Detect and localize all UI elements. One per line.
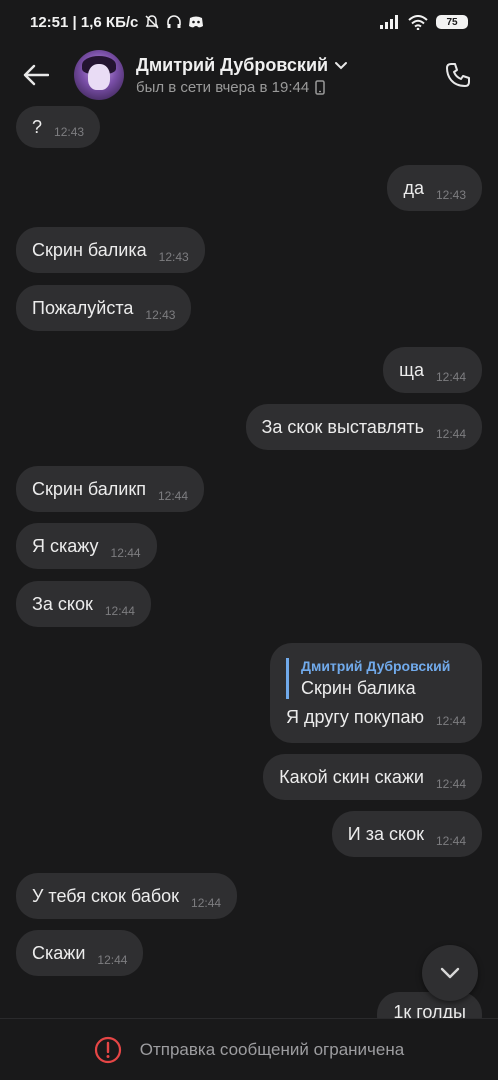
message-time: 12:44 <box>97 953 128 967</box>
message-text: У тебя скок бабок <box>32 885 180 906</box>
message-bubble[interactable]: да 12:43 <box>387 165 482 211</box>
message-text: Пожалуйста <box>32 297 134 318</box>
message-text: Я другу покупаю <box>285 707 424 727</box>
discord-icon <box>188 15 204 29</box>
back-button[interactable] <box>6 45 66 105</box>
restriction-text: Отправка сообщений ограничена <box>139 1039 405 1059</box>
message-text: Скрин баликп <box>32 478 146 499</box>
message-bubble[interactable]: Я скажу 12:44 <box>16 523 157 569</box>
message-text: ща <box>399 359 424 380</box>
phone-icon <box>446 63 470 87</box>
message-time: 12:43 <box>435 188 466 202</box>
message-text: За скок <box>32 593 93 614</box>
message-text: 1к голды <box>393 1002 466 1018</box>
message-bubble[interactable]: За скок выставлять 12:44 <box>245 404 482 450</box>
message-restricted-bar: Отправка сообщений ограничена <box>0 1018 498 1080</box>
message-bubble[interactable]: За скок 12:44 <box>16 581 151 627</box>
message-time: 12:44 <box>435 714 466 728</box>
message-text: Скрин балика <box>32 239 147 260</box>
message-text: ? <box>32 116 43 137</box>
message-bubble[interactable]: У тебя скок бабок 12:44 <box>16 873 238 919</box>
message-time: 12:44 <box>435 777 466 791</box>
message-time: 12:44 <box>110 546 141 560</box>
message-list[interactable]: ? 12:43 да 12:43 Скрин балика 12:43 Пожа… <box>0 106 498 1018</box>
message-text: За скок выставлять <box>261 416 424 437</box>
headphones-icon <box>166 14 182 30</box>
message-bubble[interactable]: Скрин баликп 12:44 <box>16 466 204 512</box>
avatar[interactable] <box>74 50 124 100</box>
status-bar: 12:51 | 1,6 КБ/с 75 <box>0 0 498 44</box>
status-bar-right: 75 <box>380 14 468 30</box>
message-bubble[interactable]: 1к голды <box>377 992 482 1018</box>
chat-screen: 12:51 | 1,6 КБ/с 75 Дмитрий Дубровский б… <box>0 0 498 1080</box>
wifi-icon <box>408 14 428 30</box>
reply-message-bubble[interactable]: Дмитрий Дубровский Скрин балика Я другу … <box>269 643 482 743</box>
contact-info[interactable]: Дмитрий Дубровский был в сети вчера в 19… <box>136 55 348 96</box>
message-time: 12:44 <box>104 604 135 618</box>
message-time: 12:44 <box>435 370 466 384</box>
message-time: 12:44 <box>435 834 466 848</box>
chat-header: Дмитрий Дубровский был в сети вчера в 19… <box>0 44 498 106</box>
message-text: Какой скин скажи <box>279 766 424 787</box>
bell-muted-icon <box>144 14 160 30</box>
message-text: Я скажу <box>32 535 99 556</box>
message-bubble[interactable]: Какой скин скажи 12:44 <box>263 754 482 800</box>
message-bubble[interactable]: ? 12:43 <box>16 106 101 148</box>
message-time: 12:43 <box>54 125 85 139</box>
reply-quote[interactable]: Дмитрий Дубровский Скрин балика <box>285 658 451 699</box>
message-time: 12:43 <box>158 250 189 264</box>
mobile-phone-icon <box>315 79 325 95</box>
last-seen: был в сети вчера в 19:44 <box>136 78 310 96</box>
warning-circle-icon <box>94 1036 121 1063</box>
status-time-speed: 12:51 | 1,6 КБ/с <box>30 13 139 31</box>
message-bubble[interactable]: Скрин балика 12:43 <box>16 227 205 273</box>
scroll-down-button[interactable] <box>422 945 478 1001</box>
contact-name: Дмитрий Дубровский <box>136 54 329 75</box>
signal-icon <box>380 15 400 29</box>
message-time: 12:43 <box>145 308 176 322</box>
message-time: 12:44 <box>191 896 222 910</box>
chevron-down-icon <box>440 967 460 979</box>
reply-author: Дмитрий Дубровский <box>300 658 451 674</box>
contact-name-row: Дмитрий Дубровский <box>136 55 348 76</box>
message-bubble[interactable]: ща 12:44 <box>383 347 482 393</box>
message-bubble[interactable]: Пожалуйста 12:43 <box>16 285 192 331</box>
reply-main-row: Я другу покупаю 12:44 <box>286 707 466 728</box>
message-bubble[interactable]: Скажи 12:44 <box>16 930 144 976</box>
message-time: 12:44 <box>157 489 188 503</box>
message-bubble[interactable]: И за скок 12:44 <box>331 811 482 857</box>
chevron-down-icon <box>335 62 348 70</box>
battery-icon: 75 <box>436 15 468 29</box>
message-time: 12:44 <box>435 427 466 441</box>
status-bar-left: 12:51 | 1,6 КБ/с <box>30 14 204 31</box>
message-text: Скажи <box>32 942 86 963</box>
message-text: И за скок <box>347 823 424 844</box>
call-button[interactable] <box>436 53 480 97</box>
contact-status-row: был в сети вчера в 19:44 <box>136 79 348 96</box>
back-arrow-icon <box>23 64 49 86</box>
reply-quoted-text: Скрин балика <box>300 678 416 698</box>
message-text: да <box>403 177 424 198</box>
